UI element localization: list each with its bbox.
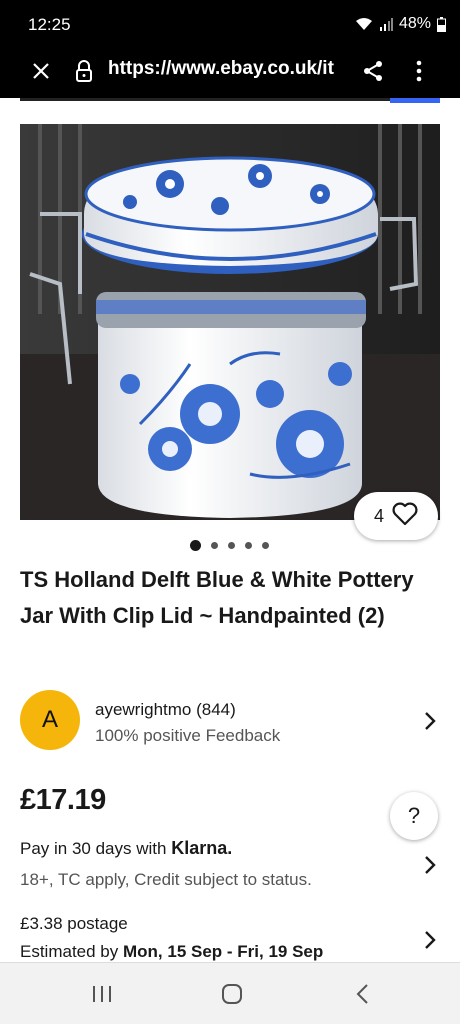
product-price: £17.19 <box>20 784 106 816</box>
klarna-text: Pay in 30 days with <box>20 839 167 858</box>
recent-apps-icon[interactable] <box>82 979 122 1009</box>
product-image[interactable] <box>20 124 440 520</box>
heart-icon <box>392 502 418 531</box>
chevron-right-icon[interactable] <box>418 850 442 880</box>
search-button-edge[interactable] <box>390 98 440 103</box>
carousel-dot[interactable] <box>228 542 235 549</box>
search-input-edge[interactable] <box>20 98 390 101</box>
klarna-offer[interactable]: Pay in 30 days with Klarna. <box>20 838 232 859</box>
estimate-dates: Mon, 15 Sep - Fri, 19 Sep <box>123 942 324 961</box>
back-icon[interactable] <box>342 979 382 1009</box>
chevron-right-icon <box>418 706 442 736</box>
close-icon[interactable] <box>26 56 56 86</box>
postage-cost: £3.38 postage <box>20 914 128 933</box>
status-time: 12:25 <box>28 15 71 34</box>
battery-icon <box>437 16 446 32</box>
klarna-logo: Klarna. <box>171 838 233 858</box>
search-bar-edge <box>0 98 460 106</box>
carousel-dot[interactable] <box>190 540 201 551</box>
signal-icon <box>379 17 393 31</box>
klarna-subtext: 18+, TC apply, Credit subject to status. <box>20 870 312 889</box>
url-text[interactable]: https://www.ebay.co.uk/it <box>108 58 344 80</box>
delivery-estimate[interactable]: Estimated by Mon, 15 Sep - Fri, 19 Sep <box>20 942 323 962</box>
seller-feedback: 100% positive Feedback <box>95 726 281 745</box>
browser-url-bar: https://www.ebay.co.uk/it <box>0 46 460 98</box>
status-icons: 48% <box>355 15 446 33</box>
carousel-dot[interactable] <box>211 542 218 549</box>
status-bar: 12:25 48% <box>0 0 460 46</box>
like-count: 4 <box>373 505 384 526</box>
estimate-label: Estimated by <box>20 942 119 961</box>
watch-like-button[interactable]: 4 <box>354 492 438 540</box>
image-carousel-dots <box>190 540 269 551</box>
carousel-dot[interactable] <box>245 542 252 549</box>
system-nav-bar <box>0 962 460 1024</box>
carousel-dot[interactable] <box>262 542 269 549</box>
lock-icon[interactable] <box>70 56 98 86</box>
help-button[interactable]: ? <box>390 792 438 840</box>
more-vert-icon[interactable] <box>404 54 434 88</box>
chevron-right-icon[interactable] <box>418 925 442 955</box>
seller-avatar: A <box>20 690 80 750</box>
seller-name: ayewrightmo (844) <box>95 700 236 719</box>
seller-row[interactable]: A ayewrightmo (844) 100% positive Feedba… <box>20 690 440 754</box>
wifi-icon <box>355 17 373 31</box>
product-title: TS Holland Delft Blue & White Pottery Ja… <box>20 567 414 628</box>
battery-percent: 48% <box>398 15 431 32</box>
home-icon[interactable] <box>212 979 252 1009</box>
share-icon[interactable] <box>358 54 388 88</box>
